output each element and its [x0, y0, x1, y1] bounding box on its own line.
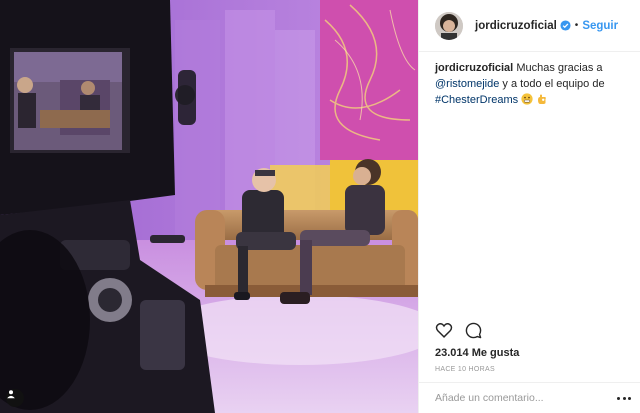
heart-icon[interactable]: [435, 322, 453, 338]
more-options-icon[interactable]: [617, 391, 631, 405]
post-side-panel: jordicruzoficial • Seguir jordicruzofici…: [418, 0, 640, 413]
comment-icon[interactable]: [465, 322, 482, 339]
post-header: jordicruzoficial • Seguir: [419, 0, 640, 52]
header-separator: •: [574, 20, 579, 31]
comment-bar: [419, 382, 640, 413]
grimace-emoji: [521, 93, 533, 105]
post-photo[interactable]: [0, 0, 418, 413]
post-actions: [435, 322, 482, 339]
header-username[interactable]: jordicruzoficial: [475, 20, 557, 32]
follow-button[interactable]: Seguir: [582, 20, 618, 32]
likes-count[interactable]: 23.014 Me gusta: [435, 347, 519, 359]
post-caption: jordicruzoficial Muchas gracias a @risto…: [435, 60, 631, 108]
comment-input[interactable]: [435, 390, 615, 406]
caption-username[interactable]: jordicruzoficial: [435, 62, 513, 74]
caption-text-1: Muchas gracias a: [516, 62, 603, 74]
mention-link[interactable]: @ristomejide: [435, 78, 499, 90]
user-tag-icon[interactable]: [6, 389, 24, 407]
ok-hand-emoji: [536, 93, 548, 105]
tv-studio-scene: [0, 0, 418, 413]
caption-text-2: y a todo el equipo de: [502, 78, 605, 90]
verified-icon: [560, 20, 571, 31]
avatar[interactable]: [435, 11, 463, 40]
post-timestamp: HACE 10 HORAS: [435, 366, 495, 373]
hashtag-link[interactable]: #ChesterDreams: [435, 94, 518, 106]
